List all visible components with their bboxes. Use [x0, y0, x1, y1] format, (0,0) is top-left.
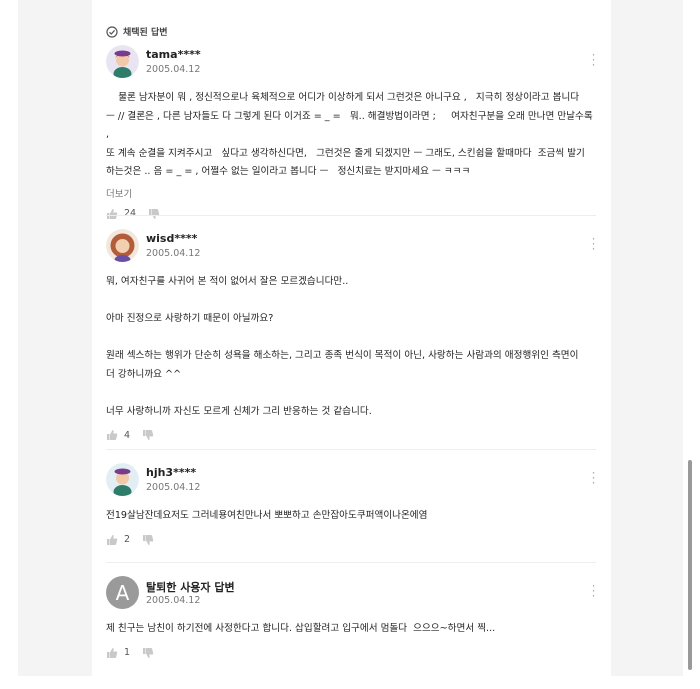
divider	[106, 215, 596, 216]
like-count: 24	[124, 208, 137, 219]
answer-item: A 탈퇴한 사용자 답변 2005.04.12 · · · 제 친구는 남친이 하기…	[106, 576, 596, 659]
username[interactable]: hjh3****	[146, 466, 196, 479]
more-options-icon[interactable]: · · ·	[590, 580, 596, 602]
badge-label: 채택된 답변	[123, 28, 168, 38]
vote-bar: 24	[106, 208, 596, 220]
more-options-icon[interactable]: · · ·	[590, 467, 596, 489]
vote-bar: 2	[106, 534, 596, 546]
read-more-link[interactable]: 더보기	[106, 186, 596, 200]
thumbs-up-icon[interactable]	[106, 534, 118, 546]
username: 탈퇴한 사용자 답변	[146, 581, 235, 594]
answer-date: 2005.04.12	[146, 595, 201, 606]
answer-date: 2005.04.12	[146, 482, 201, 493]
more-options-icon[interactable]: · · ·	[590, 233, 596, 255]
scrollbar[interactable]	[688, 460, 692, 670]
more-options-icon[interactable]: · · ·	[590, 49, 596, 71]
vote-bar: 1	[106, 647, 596, 659]
answer-text: 제 친구는 남친이 하기전에 사정한다고 합니다. 삽입할려고 입구에서 멈돌다…	[106, 623, 496, 634]
divider	[106, 562, 596, 563]
avatar[interactable]	[106, 463, 139, 496]
anonymous-avatar[interactable]: A	[106, 576, 139, 609]
like-count: 2	[124, 534, 131, 545]
thumbs-down-icon[interactable]	[142, 534, 154, 546]
answer-date: 2005.04.12	[146, 248, 201, 259]
answer-item: hjh3**** 2005.04.12 · · · 전19살남잔데요저도 그러네용여…	[106, 463, 596, 546]
answer-date: 2005.04.12	[146, 64, 201, 75]
avatar[interactable]	[106, 45, 139, 78]
right-gutter	[611, 0, 683, 676]
thumbs-up-icon[interactable]	[106, 429, 118, 441]
divider	[106, 449, 596, 450]
answer-text: 물론 남자분이 뭐 , 정신적으로나 육체적으로 어디가 이상하게 되서 그런것…	[106, 92, 593, 177]
like-count: 1	[124, 647, 131, 658]
selected-answer-badge: 채택된 답변	[106, 25, 168, 38]
check-circle-icon	[106, 25, 118, 38]
answer-text: 전19살남잔데요저도 그러네용여친만나서 뽀뽀하고 손만잡아도쿠퍼액이나온에염	[106, 510, 428, 521]
username[interactable]: wisd****	[146, 232, 197, 245]
vote-bar: 4	[106, 429, 596, 441]
username[interactable]: tama****	[146, 48, 201, 61]
left-gutter	[18, 0, 92, 676]
thumbs-up-icon[interactable]	[106, 647, 118, 659]
avatar[interactable]	[106, 229, 139, 262]
answer-item: wisd**** 2005.04.12 · · · 뭐, 여자친구를 사귀어 본 적…	[106, 229, 596, 441]
thumbs-up-icon[interactable]	[106, 208, 118, 220]
thumbs-down-icon[interactable]	[142, 429, 154, 441]
answer-text: 뭐, 여자친구를 사귀어 본 적이 없어서 잘은 모르겠습니다만.. 아마 진정…	[106, 276, 579, 417]
thumbs-down-icon[interactable]	[148, 208, 160, 220]
thumbs-down-icon[interactable]	[142, 647, 154, 659]
like-count: 4	[124, 429, 131, 441]
answer-item: tama**** 2005.04.12 · · · 물론 남자분이 뭐 , 정신적으…	[106, 45, 596, 220]
